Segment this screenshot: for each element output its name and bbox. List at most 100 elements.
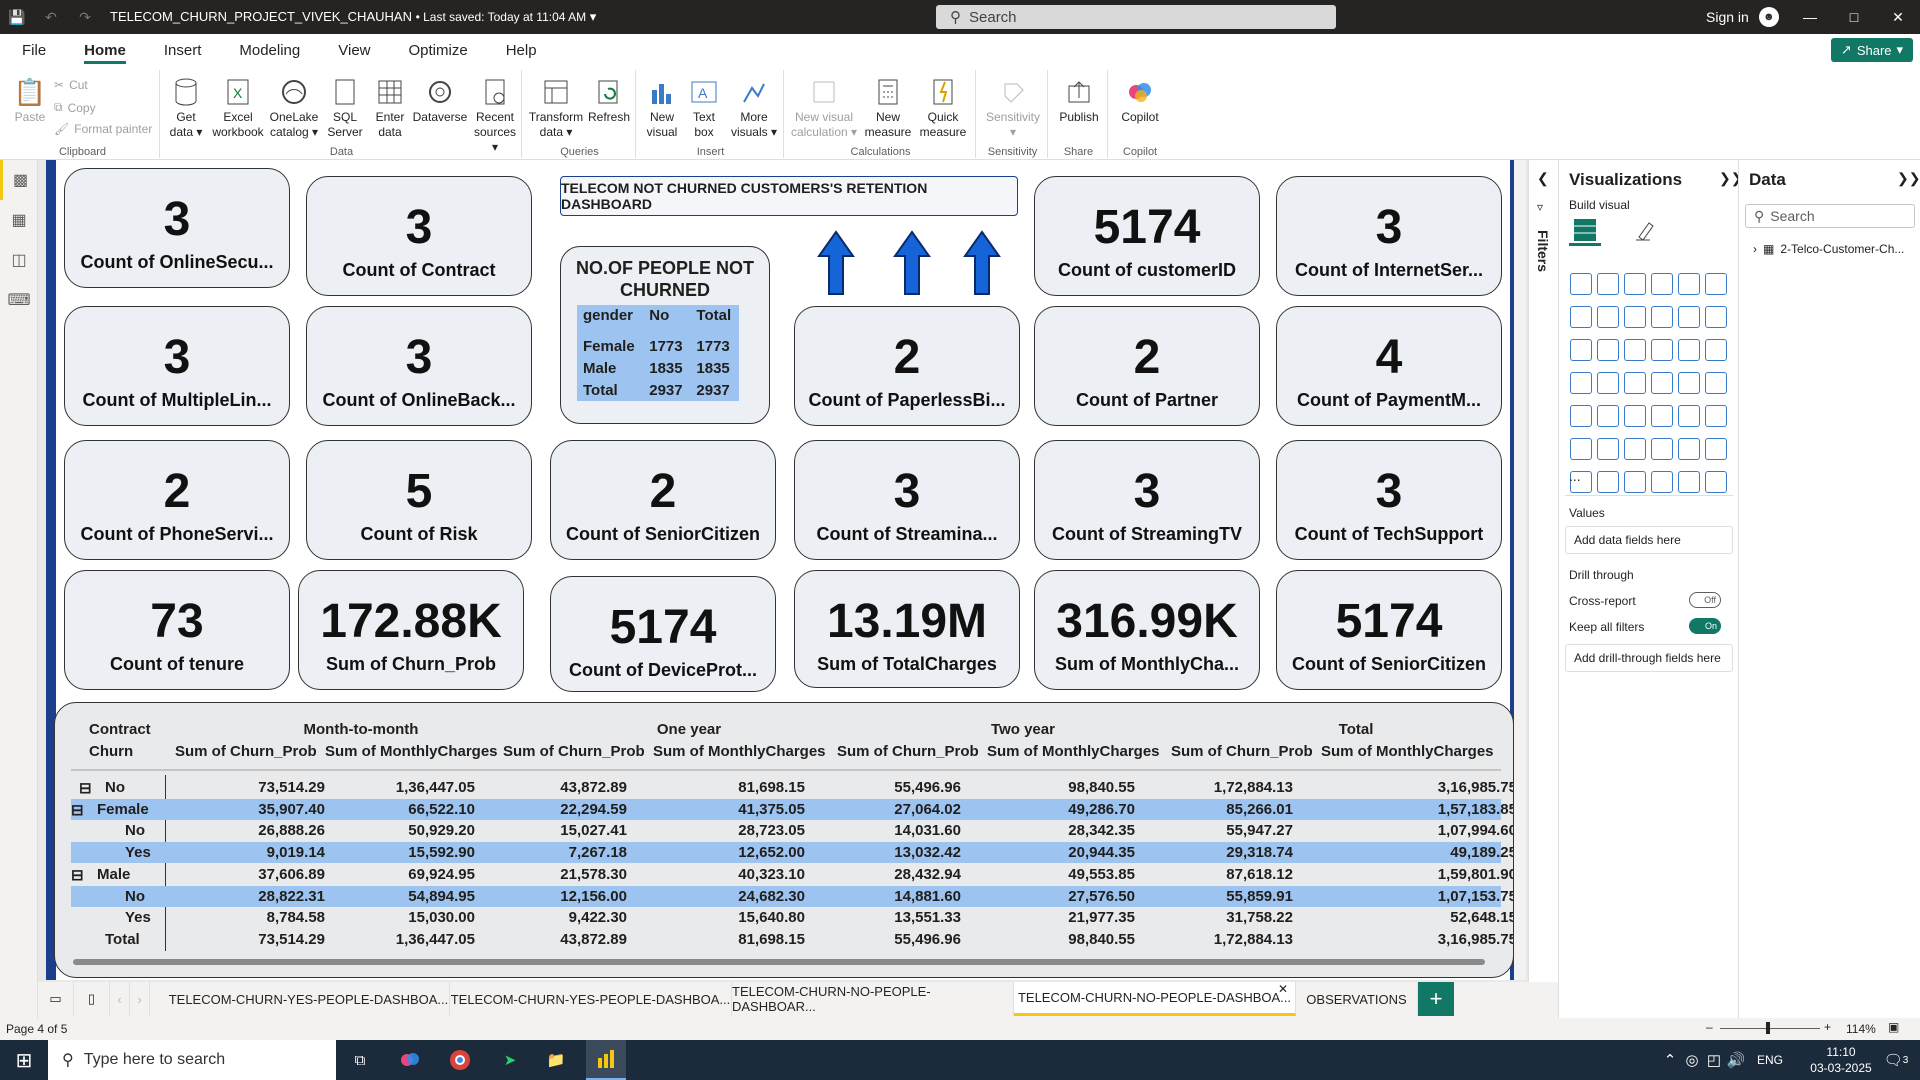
visual-type-icon[interactable] — [1651, 471, 1673, 493]
visual-type-icon[interactable] — [1678, 438, 1700, 460]
visual-type-icon[interactable] — [1624, 372, 1646, 394]
matrix-row[interactable]: Yes 8,784.58 15,030.00 9,422.30 15,640.80 13,… — [71, 907, 1513, 928]
collapse-icon[interactable]: ⊟ — [71, 866, 84, 884]
menu-home[interactable]: Home — [65, 34, 145, 66]
matrix-row[interactable]: ⊟ Female 35,907.40 66,522.10 22,294.59 41,375… — [71, 798, 1513, 820]
cut-button[interactable]: ✂ Cut — [54, 78, 88, 92]
filters-pane-collapsed[interactable]: ❮ ▿ Filters — [1528, 160, 1558, 1020]
copy-button[interactable]: ⧉ Copy — [54, 100, 96, 115]
zoom-slider-thumb[interactable] — [1766, 1022, 1770, 1034]
quick-measure-button[interactable]: Quick measure — [916, 76, 970, 140]
new-visual-calc-button[interactable]: New visual calculation ▾ — [790, 76, 858, 140]
visual-type-icon[interactable] — [1624, 306, 1646, 328]
kpi-card[interactable]: 3 Count of OnlineBack... — [306, 306, 532, 426]
kpi-card[interactable]: 73 Count of tenure — [64, 570, 290, 690]
sensitivity-button[interactable]: Sensitivity ▾ — [982, 76, 1044, 140]
visual-type-icon[interactable] — [1597, 273, 1619, 295]
transform-data-button[interactable]: Transform data ▾ — [528, 76, 584, 140]
format-visual-tab[interactable] — [1629, 216, 1661, 246]
menu-modeling[interactable]: Modeling — [220, 34, 319, 66]
build-visual-tab[interactable] — [1569, 216, 1601, 246]
visual-type-icon[interactable] — [1678, 306, 1700, 328]
visual-type-icon[interactable] — [1705, 339, 1727, 361]
col-header[interactable]: Total — [690, 305, 739, 335]
redo-icon[interactable]: ↷ — [68, 0, 102, 34]
kpi-card[interactable]: 13.19M Sum of TotalCharges — [794, 570, 1020, 688]
notifications-icon[interactable]: 🗨 3 — [1876, 1040, 1916, 1080]
visual-type-icon[interactable] — [1651, 273, 1673, 295]
excel-button[interactable]: X Excel workbook — [210, 76, 266, 140]
copilot-button[interactable]: Copilot — [1114, 76, 1166, 125]
visual-type-icon[interactable] — [1705, 405, 1727, 427]
menu-view[interactable]: View — [319, 34, 389, 66]
kpi-card[interactable]: 3 Count of MultipleLin... — [64, 306, 290, 426]
matrix-row[interactable]: ⊟ No 73,514.29 1,36,447.05 43,872.89 81,698.1… — [71, 777, 1513, 798]
matrix-column-header[interactable]: Sum of MonthlyCharges — [325, 743, 498, 760]
visual-type-icon[interactable] — [1597, 438, 1619, 460]
zoom-slider[interactable] — [1720, 1028, 1820, 1029]
tray-chevron-icon[interactable]: ⌃ — [1658, 1040, 1682, 1080]
kpi-card[interactable]: 2 Count of SeniorCitizen — [550, 440, 776, 560]
visual-type-icon[interactable] — [1678, 405, 1700, 427]
onelake-button[interactable]: OneLake catalog ▾ — [268, 76, 320, 140]
kpi-card[interactable]: 3 Count of StreamingTV — [1034, 440, 1260, 560]
page-tab[interactable]: TELECOM-CHURN-YES-PEOPLE-DASHBOA... — [168, 982, 450, 1016]
get-data-button[interactable]: Get data ▾ — [166, 76, 206, 140]
values-well[interactable]: Add data fields here — [1565, 526, 1733, 554]
visual-type-icon[interactable] — [1597, 471, 1619, 493]
matrix-row[interactable]: No 28,822.31 54,894.95 12,156.00 24,682.30 14… — [71, 885, 1513, 907]
col-header[interactable]: No — [643, 305, 691, 335]
publish-button[interactable]: Publish — [1054, 76, 1104, 125]
format-painter-button[interactable]: 🖌 Format painter — [54, 122, 152, 136]
cross-report-toggle[interactable]: Off — [1689, 592, 1721, 608]
new-measure-button[interactable]: New measure — [862, 76, 914, 140]
kpi-card[interactable]: 5174 Count of DeviceProt... — [550, 576, 776, 692]
recent-sources-button[interactable]: Recent sources ▾ — [470, 76, 520, 155]
file-explorer-icon[interactable]: 📁 — [536, 1040, 576, 1080]
kpi-card[interactable]: 2 Count of PhoneServi... — [64, 440, 290, 560]
visual-type-icon[interactable] — [1651, 438, 1673, 460]
matrix-row[interactable]: No 26,888.26 50,929.20 15,027.41 28,723.05 14… — [71, 820, 1513, 841]
save-icon[interactable]: 💾 — [0, 0, 34, 34]
desktop-layout-icon[interactable]: ▭ — [38, 982, 74, 1016]
matrix-column-header[interactable]: Sum of Churn_Prob — [1171, 743, 1313, 760]
wifi-icon[interactable]: ◰ — [1702, 1040, 1726, 1080]
kpi-card[interactable]: 3 Count of InternetSer... — [1276, 176, 1502, 296]
vscode-icon[interactable]: ➤ — [490, 1040, 530, 1080]
minimize-button[interactable]: — — [1788, 0, 1832, 34]
report-view-icon[interactable]: ▩ — [0, 160, 38, 200]
kpi-card[interactable]: 3 Count of Streamina... — [794, 440, 1020, 560]
kpi-card[interactable]: 316.99K Sum of MonthlyCha... — [1034, 570, 1260, 690]
up-arrow-icon[interactable] — [962, 230, 1002, 296]
copilot-app-icon[interactable] — [390, 1040, 430, 1080]
visual-type-icon[interactable] — [1570, 306, 1592, 328]
menu-file[interactable]: File — [0, 34, 65, 66]
dataverse-button[interactable]: Dataverse — [412, 76, 468, 125]
clock[interactable]: 11:10 03-03-2025 — [1806, 1044, 1876, 1076]
drill-through-well[interactable]: Add drill-through fields here — [1565, 644, 1733, 672]
menu-optimize[interactable]: Optimize — [390, 34, 487, 66]
visual-type-icon[interactable] — [1570, 273, 1592, 295]
kpi-card[interactable]: 3 Count of Contract — [306, 176, 532, 296]
visual-type-icon[interactable] — [1570, 339, 1592, 361]
powerbi-app-icon[interactable] — [586, 1040, 626, 1080]
data-search-input[interactable]: ⚲ Search — [1745, 204, 1915, 228]
matrix-column-group[interactable]: Total — [1286, 721, 1426, 738]
chrome-icon[interactable] — [440, 1040, 480, 1080]
visual-type-icon[interactable] — [1570, 372, 1592, 394]
model-view-icon[interactable]: ◫ — [0, 240, 38, 280]
share-button[interactable]: ↗ Share ▾ — [1831, 38, 1913, 62]
kpi-card[interactable]: 5174 Count of customerID — [1034, 176, 1260, 296]
visual-type-icon[interactable] — [1705, 273, 1727, 295]
kpi-card[interactable]: 2 Count of Partner — [1034, 306, 1260, 426]
kpi-card[interactable]: 2 Count of PaperlessBi... — [794, 306, 1020, 426]
matrix-row[interactable]: Yes 9,019.14 15,592.90 7,267.18 12,652.00 13,… — [71, 842, 1513, 864]
table-view-icon[interactable]: ▦ — [0, 200, 38, 240]
text-box-button[interactable]: A Text box — [684, 76, 724, 140]
zoom-out-icon[interactable]: – — [1706, 1020, 1713, 1034]
network-icon[interactable]: ◎ — [1680, 1040, 1704, 1080]
volume-icon[interactable]: 🔊 — [1724, 1040, 1748, 1080]
fit-page-icon[interactable]: ▣ — [1888, 1020, 1899, 1034]
visual-type-icon[interactable] — [1624, 471, 1646, 493]
visual-type-icon[interactable] — [1624, 438, 1646, 460]
